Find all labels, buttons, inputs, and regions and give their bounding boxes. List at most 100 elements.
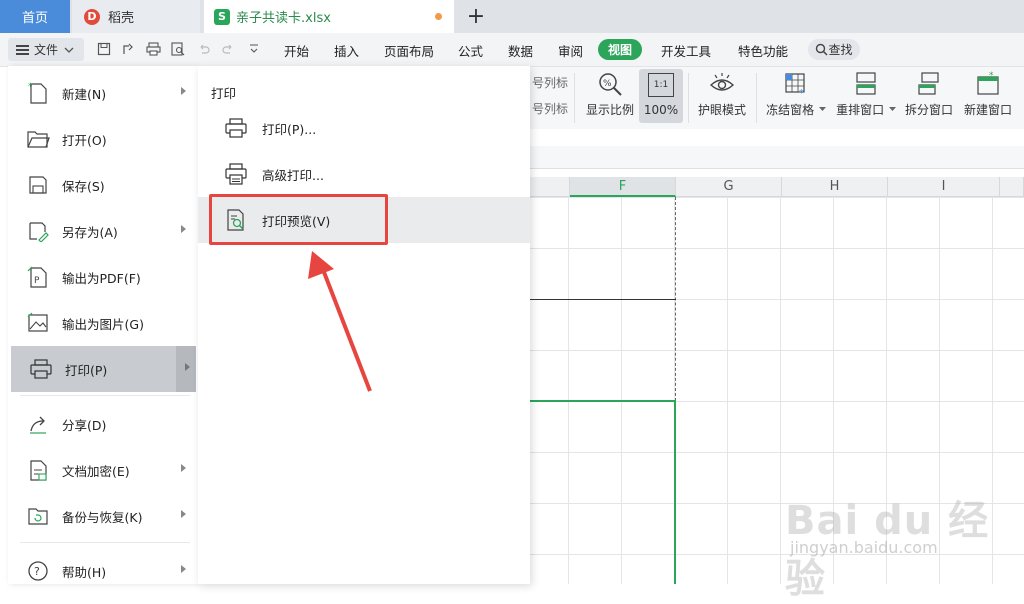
eye-mode-button[interactable]: 护眼模式	[694, 71, 750, 118]
zoom-ratio-label: 显示比例	[585, 103, 634, 117]
menu-divider	[20, 395, 190, 396]
split-window-icon	[918, 72, 939, 95]
file-menu-share[interactable]: 分享(D)	[8, 401, 198, 447]
menu-view[interactable]: 视图	[598, 39, 642, 60]
file-menu-export-image[interactable]: 输出为图片(G)	[8, 300, 198, 346]
save-icon[interactable]	[96, 41, 112, 57]
export-icon[interactable]	[120, 41, 136, 57]
menu-insert[interactable]: 插入	[334, 41, 359, 60]
zoom-100-label: 100%	[643, 103, 679, 117]
file-menu-encrypt[interactable]: 文档加密(E)	[8, 447, 198, 493]
help-icon: ?	[26, 559, 50, 583]
print-item-advanced[interactable]: 高级打印...	[198, 151, 530, 197]
column-header-h[interactable]: H	[782, 177, 888, 197]
column-header-f[interactable]: F	[570, 177, 676, 197]
export-pdf-icon: P	[26, 265, 50, 289]
zoom-100-button[interactable]: 1:1 100%	[639, 69, 683, 123]
split-window-button[interactable]: 拆分窗口	[902, 71, 956, 118]
ribbon-partial-top[interactable]: 号列标	[532, 74, 568, 91]
eye-mode-label: 护眼模式	[697, 103, 746, 117]
printer-icon[interactable]	[145, 41, 161, 57]
print-preview-icon[interactable]	[170, 41, 186, 57]
file-menu-new[interactable]: * 新建(N)	[8, 70, 198, 116]
svg-text:*: *	[989, 71, 994, 81]
file-menu-open[interactable]: 打开(O)	[8, 116, 198, 162]
file-menu-backup[interactable]: 备份与恢复(K)	[8, 493, 198, 539]
search-label: 查找	[828, 43, 853, 57]
ribbon-separator	[574, 73, 575, 123]
file-menu-print[interactable]: 打印(P)	[11, 346, 196, 392]
chevron-down-icon	[888, 107, 896, 111]
cell-border-line	[530, 299, 676, 300]
eye-icon	[709, 73, 735, 91]
new-tab-button[interactable]: +	[462, 0, 490, 33]
svg-text:*: *	[28, 82, 33, 92]
column-header-partial[interactable]	[1000, 177, 1024, 197]
file-menu-help[interactable]: ? 帮助(H)	[8, 548, 198, 594]
chevron-right-icon	[181, 225, 186, 233]
file-menu-save-as[interactable]: 另存为(A)	[8, 208, 198, 254]
column-header-partial[interactable]	[530, 177, 570, 197]
freeze-panes-label: 冻结窗格	[766, 103, 815, 117]
menu-review[interactable]: 审阅	[558, 41, 583, 60]
tab-bar: 首页 D 稻壳 S 亲子共读卡.xlsx +	[0, 0, 1024, 33]
chevron-right-icon	[181, 87, 186, 95]
tab-daoke-label: 稻壳	[108, 11, 135, 26]
chevron-right-icon	[181, 565, 186, 573]
menu-data[interactable]: 数据	[508, 41, 533, 60]
new-window-button[interactable]: * 新建窗口	[960, 71, 1016, 118]
new-window-icon: *	[977, 71, 999, 95]
file-menu-save[interactable]: 保存(S)	[8, 162, 198, 208]
quick-access-dropdown-icon[interactable]	[246, 41, 262, 57]
tab-home[interactable]: 首页	[0, 0, 70, 33]
file-menu-button[interactable]: 文件	[8, 38, 84, 61]
rearrange-windows-icon	[856, 72, 876, 95]
zoom-1to1-icon: 1:1	[648, 73, 674, 97]
redo-icon[interactable]	[220, 41, 236, 57]
selection-border-right	[674, 400, 676, 584]
folder-open-icon	[26, 127, 50, 151]
advanced-printer-icon	[224, 162, 248, 186]
search-button[interactable]: 查找	[808, 39, 860, 60]
menu-developer[interactable]: 开发工具	[661, 41, 711, 60]
chevron-right-icon	[185, 363, 190, 371]
menu-formula[interactable]: 公式	[458, 41, 483, 60]
tab-document[interactable]: S 亲子共读卡.xlsx	[204, 0, 454, 33]
file-menu-export-pdf[interactable]: P 输出为PDF(F)	[8, 254, 198, 300]
menu-bar: 文件 开始 插入 页面布局 公式 数据 审阅 视图 开发工具 特色功能 查找	[0, 33, 1024, 67]
svg-text:%: %	[603, 79, 612, 89]
chevron-right-icon	[181, 510, 186, 518]
printer-icon	[29, 357, 53, 381]
print-submenu-title: 打印	[211, 86, 237, 101]
zoom-ratio-button[interactable]: % 显示比例	[582, 71, 638, 118]
annotation-arrow-icon	[308, 251, 372, 392]
save-as-icon	[26, 219, 50, 243]
export-image-icon	[26, 311, 50, 335]
tab-document-label: 亲子共读卡.xlsx	[236, 11, 331, 26]
formula-bar[interactable]	[530, 146, 1024, 169]
backup-restore-icon	[26, 504, 50, 528]
document-lock-icon	[26, 458, 50, 482]
freeze-panes-button[interactable]: * 冻结窗格	[764, 71, 828, 118]
file-menu-panel: * 新建(N) 打开(O) 保存(S) 另存为(A) P 输出为PDF(F) 输…	[8, 66, 198, 584]
menu-start[interactable]: 开始	[284, 41, 309, 60]
ribbon-separator	[688, 73, 689, 123]
chevron-right-icon	[181, 464, 186, 472]
search-icon	[816, 43, 829, 56]
print-item-print[interactable]: 打印(P)...	[198, 105, 530, 151]
svg-text:*: *	[799, 88, 804, 97]
column-header-g[interactable]: G	[676, 177, 782, 197]
undo-icon[interactable]	[196, 41, 212, 57]
chevron-down-icon	[64, 47, 74, 53]
ribbon-partial-bottom[interactable]: 号列标	[532, 100, 568, 117]
spreadsheet-logo-icon: S	[214, 8, 230, 25]
menu-page-layout[interactable]: 页面布局	[384, 41, 434, 60]
hamburger-icon	[16, 44, 29, 55]
tab-daoke[interactable]: D 稻壳	[72, 0, 200, 33]
menu-features[interactable]: 特色功能	[738, 41, 788, 60]
unsaved-dot-icon	[435, 13, 442, 20]
column-header-i[interactable]: I	[888, 177, 1000, 197]
new-window-label: 新建窗口	[963, 103, 1012, 117]
menu-divider	[20, 542, 190, 543]
rearrange-windows-button[interactable]: 重排窗口	[834, 71, 898, 118]
